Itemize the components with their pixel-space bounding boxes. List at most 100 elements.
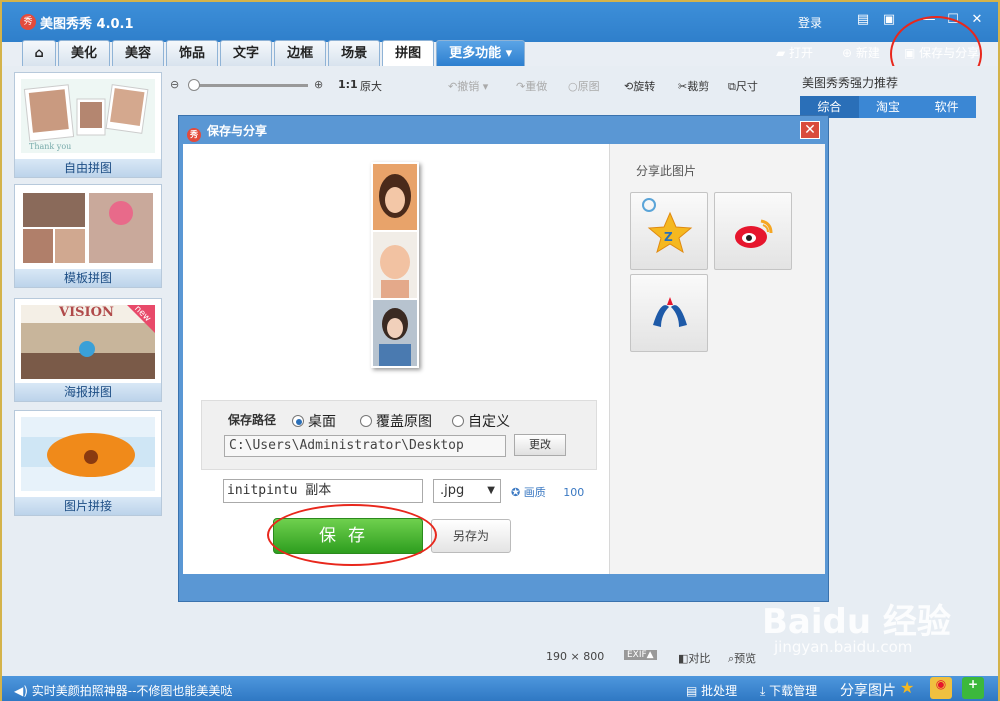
tab-scene[interactable]: 场景 [328, 40, 381, 66]
radio-custom[interactable]: 自定义 [452, 411, 510, 431]
redo-button[interactable]: ↷重做 [516, 78, 547, 94]
batch-icon: ▤ [686, 684, 702, 698]
radio-desktop[interactable]: 桌面 [292, 411, 336, 431]
radio-desktop-label: 桌面 [308, 414, 336, 430]
filename-input[interactable]: initpintu 副本 [223, 479, 423, 503]
batch-label: 批处理 [701, 684, 738, 698]
tab-cosmetic[interactable]: 美容 [112, 40, 165, 66]
quality-value: 100 [563, 486, 585, 499]
add-share-icon[interactable]: + [962, 677, 984, 699]
size-button[interactable]: ⧉尺寸 [728, 78, 758, 94]
dialog-logo-icon: 秀 [187, 128, 201, 142]
open-label: 打开 [789, 46, 814, 60]
baidu-watermark: Baidu 经验 [762, 602, 951, 642]
save-as-button[interactable]: 另存为 [431, 519, 511, 553]
tab-puzzle[interactable]: 拼图 [382, 40, 435, 66]
undo-button[interactable]: ↶撤销 ▾ [448, 78, 488, 94]
preview-button[interactable]: ⌕预览 [728, 650, 756, 666]
share-renren-button[interactable] [630, 274, 708, 352]
zoom-in-icon[interactable]: ⊕ [314, 78, 323, 91]
save-path-group: 保存路径 桌面 覆盖原图 自定义 C:\Users\Administrator\… [201, 400, 597, 470]
tab-text[interactable]: 文字 [220, 40, 273, 66]
tab-accessories[interactable]: 饰品 [166, 40, 219, 66]
preview-photo-1 [373, 164, 417, 230]
tab-home[interactable]: ⌂ [22, 40, 56, 66]
poster-puzzle-card[interactable]: VISION new 海报拼图 [14, 298, 162, 402]
size-label: 尺寸 [735, 80, 758, 93]
close-icon[interactable]: ✕ [968, 12, 986, 27]
zoom-ratio[interactable]: 1:1 [338, 78, 358, 91]
share-qzone-button[interactable]: Z [630, 192, 708, 270]
preview-photo-3 [373, 300, 417, 366]
folder-icon: ▰ [776, 46, 790, 60]
share-weibo-button[interactable] [714, 192, 792, 270]
quality-setting[interactable]: ✪ 画质 100 [511, 484, 584, 500]
share-panel: 分享此图片 Z [609, 144, 825, 574]
dialog-close-button[interactable]: ✕ [800, 121, 820, 139]
save-path-label: 保存路径 [228, 413, 277, 427]
image-stitch-card[interactable]: 图片拼接 [14, 410, 162, 516]
qzone-icon: Z [642, 198, 693, 254]
image-stitch-thumbnail [21, 417, 155, 491]
download-icon: ⤓ [760, 684, 770, 698]
home-icon: ⌂ [34, 46, 44, 61]
svg-text:Z: Z [664, 230, 673, 244]
weibo-share-icon[interactable]: ◉ [930, 677, 952, 699]
image-stitch-label: 图片拼接 [15, 497, 161, 515]
highlight-ring-save [267, 504, 437, 566]
radio-overwrite-label: 覆盖原图 [376, 414, 432, 430]
rotate-button[interactable]: ⟲旋转 [624, 78, 655, 94]
extension-select[interactable]: .jpg [433, 479, 501, 503]
batch-button[interactable]: ▤ 批处理 [686, 682, 737, 699]
edit-toolbar: ⊖ ⊕ 1:1 原大 ↶撤销 ▾ ↷重做 ○原图 ⟲旋转 ✂裁剪 ⧉尺寸 [170, 76, 780, 96]
new-button[interactable]: ⊕ 新建 [842, 44, 880, 61]
original-button[interactable]: ○原图 [568, 78, 600, 94]
poster-vision-text: VISION [59, 305, 114, 320]
change-path-button[interactable]: 更改 [514, 434, 566, 456]
free-puzzle-card[interactable]: Thank you 自由拼图 [14, 72, 162, 178]
rotate-icon: ⟲ [624, 80, 634, 93]
compare-button[interactable]: ◧对比 [678, 650, 710, 666]
poster-puzzle-label: 海报拼图 [15, 383, 161, 401]
recommend-title: 美图秀秀强力推荐 [802, 76, 899, 90]
free-puzzle-thumbnail: Thank you [21, 79, 155, 153]
radio-custom-label: 自定义 [468, 414, 510, 430]
rotate-label: 旋转 [633, 80, 656, 93]
download-manager-button[interactable]: ⤓ 下载管理 [760, 682, 817, 699]
download-label: 下载管理 [769, 684, 818, 698]
radio-selected-icon [292, 415, 304, 427]
radio-overwrite[interactable]: 覆盖原图 [360, 411, 432, 431]
recommend-tab-software[interactable]: 软件 [917, 96, 976, 118]
template-puzzle-card[interactable]: 模板拼图 [14, 184, 162, 288]
skin-icon[interactable]: ▣ [880, 12, 898, 27]
image-preview [371, 162, 419, 368]
open-button[interactable]: ▰ 打开 [776, 44, 813, 61]
zoom-slider-knob[interactable] [188, 79, 200, 91]
title-bar: 秀 美图秀秀 4.0.1 登录 ▤ ▣ — ☐ ✕ [2, 2, 998, 42]
gear-icon: ✪ [511, 486, 524, 499]
save-path-input[interactable]: C:\Users\Administrator\Desktop [224, 435, 506, 457]
exif-button[interactable]: EXIF▲ [624, 650, 657, 660]
crop-button[interactable]: ✂裁剪 [678, 78, 709, 94]
zoom-out-icon[interactable]: ⊖ [170, 78, 179, 91]
original-size-button[interactable]: 原大 [360, 78, 382, 94]
status-tip-text: 实时美颜拍照神器--不修图也能美美哒 [31, 684, 233, 698]
circle-icon: ○ [568, 80, 578, 93]
qzone-share-icon[interactable]: ★ [900, 678, 914, 697]
message-icon[interactable]: ▤ [854, 12, 872, 27]
redo-icon: ↷ [516, 80, 526, 93]
tab-beautify[interactable]: 美化 [58, 40, 111, 66]
baidu-watermark-url: jingyan.baidu.com [774, 638, 913, 656]
template-puzzle-thumbnail [21, 191, 155, 265]
main-tabs: ⌂ 美化 美容 饰品 文字 边框 场景 拼图 更多功能 ▾ [22, 40, 526, 66]
tab-more-features[interactable]: 更多功能 ▾ [436, 40, 526, 66]
scissors-icon: ✂ [678, 80, 688, 93]
preview-label: 预览 [734, 652, 757, 665]
zoom-slider[interactable] [190, 84, 308, 87]
app-logo-icon: 秀 [20, 14, 36, 30]
status-tip[interactable]: ◀) 实时美颜拍照神器--不修图也能美美哒 [14, 682, 232, 699]
tab-border[interactable]: 边框 [274, 40, 327, 66]
recommend-tab-taobao[interactable]: 淘宝 [859, 96, 918, 118]
undo-label: 撤销 [457, 80, 480, 93]
login-link[interactable]: 登录 [798, 14, 822, 31]
